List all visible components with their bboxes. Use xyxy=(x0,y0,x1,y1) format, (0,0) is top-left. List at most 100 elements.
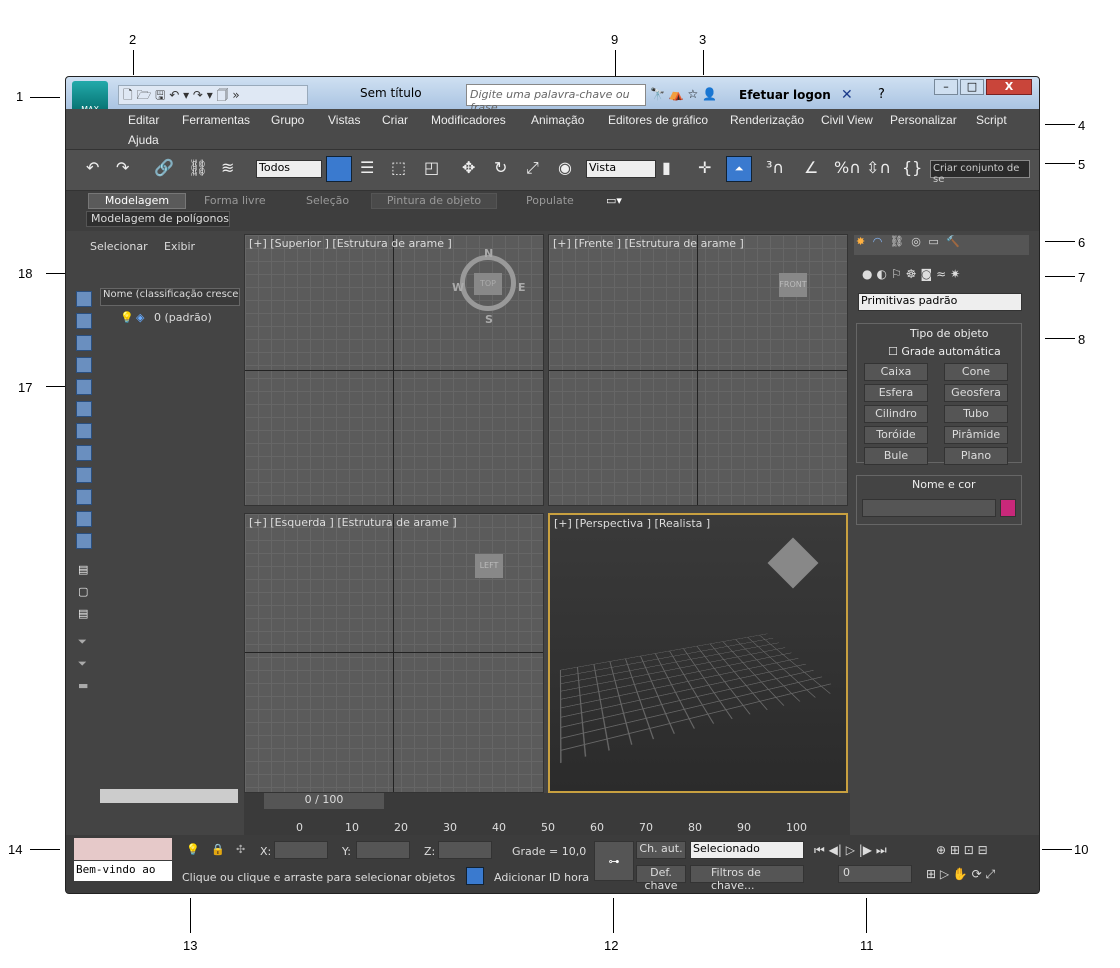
viewport-label[interactable]: [+] [Frente ] [Estrutura de arame ] xyxy=(553,237,744,250)
menu-item-2[interactable]: Grupo xyxy=(271,113,304,127)
geosphere-button[interactable]: Geosfera xyxy=(944,384,1008,402)
tab-freeform[interactable]: Forma livre xyxy=(204,194,266,207)
login-link[interactable]: Efetuar logon xyxy=(739,88,831,102)
create-tab-icon[interactable]: ✸ xyxy=(854,233,867,250)
viewport-nav-icons-2[interactable]: ⊞ ▷ ✋ ⟳ ⤢ xyxy=(926,867,995,882)
layer-name[interactable]: 0 (padrão) xyxy=(154,311,212,324)
y-coordinate-field[interactable] xyxy=(356,841,410,859)
column-header-name[interactable]: Nome (classificação crescent xyxy=(100,288,240,306)
absolute-mode-icon[interactable]: ✣ xyxy=(236,843,245,856)
maximize-button[interactable]: □ xyxy=(960,79,984,95)
auto-key-button[interactable]: Ch. aut. xyxy=(636,841,686,859)
snaps-icon[interactable]: ³∩ xyxy=(766,158,784,177)
isolate-icon[interactable]: 💡 xyxy=(186,843,200,856)
time-counter[interactable]: 0 / 100 xyxy=(264,793,384,809)
horizontal-scrollbar[interactable] xyxy=(100,789,238,803)
display-invert-icon[interactable]: ▤ xyxy=(78,607,88,620)
viewport-front[interactable]: [+] [Frente ] [Estrutura de arame ] FRON… xyxy=(548,234,848,506)
ribbon-toggle-icon[interactable]: ▭▾ xyxy=(606,194,622,207)
close-button[interactable]: X xyxy=(986,79,1032,95)
plane-button[interactable]: Plano xyxy=(944,447,1008,465)
teapot-button[interactable]: Bule xyxy=(864,447,928,465)
display-all-icon[interactable]: ▤ xyxy=(78,563,88,576)
key-mode-dropdown[interactable]: Selecionado xyxy=(690,841,804,859)
viewport-label[interactable]: [+] [Esquerda ] [Estrutura de arame ] xyxy=(249,516,457,529)
bind-warp-icon[interactable]: ≋ xyxy=(221,158,234,177)
select-manipulate-icon[interactable]: ✛ xyxy=(698,158,711,177)
select-object-icon[interactable] xyxy=(326,156,352,182)
object-name-input[interactable] xyxy=(862,499,996,517)
search-input[interactable]: Digite uma palavra-chave ou frase xyxy=(466,84,646,114)
angle-snap-icon[interactable]: ∠ xyxy=(804,158,818,177)
link-icon[interactable]: 🔗 xyxy=(154,158,174,177)
menu-item-12[interactable]: Ajuda xyxy=(128,133,159,147)
box-button[interactable]: Caixa xyxy=(864,363,928,381)
display-none-icon[interactable]: ▢ xyxy=(78,585,88,598)
motion-tab-icon[interactable]: ◎ xyxy=(909,233,923,250)
lightbulb-icon[interactable]: 💡 xyxy=(120,311,134,324)
lock-icon[interactable]: 🔒 xyxy=(211,843,225,856)
ref-coord-dropdown[interactable]: Vista xyxy=(586,160,656,178)
display-shapes-icon[interactable] xyxy=(76,313,92,329)
display-helpers-icon[interactable] xyxy=(76,379,92,395)
redo-icon[interactable]: ↷ xyxy=(116,158,129,177)
modify-tab-icon[interactable]: ◠ xyxy=(871,233,885,250)
menu-item-6[interactable]: Animação xyxy=(531,113,584,127)
menu-item-10[interactable]: Personalizar xyxy=(890,113,957,127)
torus-button[interactable]: Toróide xyxy=(864,426,928,444)
time-slider[interactable]: 0 / 100 xyxy=(244,793,850,809)
viewport-left[interactable]: [+] [Esquerda ] [Estrutura de arame ] LE… xyxy=(244,513,544,793)
x-coordinate-field[interactable] xyxy=(274,841,328,859)
exchange-icon[interactable]: ✕ xyxy=(841,87,853,103)
select-by-name-icon[interactable]: ☰ xyxy=(360,158,374,177)
menu-item-5[interactable]: Modificadores xyxy=(431,113,506,127)
move-icon[interactable]: ✥ xyxy=(462,158,475,177)
infocenter-icons[interactable]: 🔭 ⛺ ☆ 👤 xyxy=(650,87,717,101)
viewcube-front[interactable]: FRONT xyxy=(779,273,807,297)
viewcube-perspective[interactable] xyxy=(767,537,819,589)
display-tab-icon[interactable]: ▭ xyxy=(926,233,940,250)
set-key-button[interactable]: Def. chave xyxy=(636,865,686,892)
menu-item-1[interactable]: Ferramentas xyxy=(182,113,250,127)
hierarchy-tab-icon[interactable]: ⛓ xyxy=(888,233,906,250)
display-spacewarps-icon[interactable] xyxy=(76,401,92,417)
menu-item-7[interactable]: Editores de gráfico xyxy=(608,113,708,127)
tab-object-paint[interactable]: Pintura de objeto xyxy=(371,193,497,209)
display-hidden-icon[interactable] xyxy=(76,533,92,549)
key-filters-button[interactable]: Filtros de chave... xyxy=(690,865,804,892)
display-geometry-icon[interactable] xyxy=(76,291,92,307)
viewport-perspective[interactable]: [+] [Perspectiva ] [Realista ] xyxy=(548,513,848,793)
display-containers-icon[interactable] xyxy=(76,489,92,505)
scale-icon[interactable]: ⤢ xyxy=(526,158,539,178)
menu-item-8[interactable]: Renderização xyxy=(730,113,804,127)
menu-item-11[interactable]: Script xyxy=(976,113,1007,127)
display-xrefs-icon[interactable] xyxy=(76,445,92,461)
minimize-button[interactable]: – xyxy=(934,79,958,95)
name-color-title[interactable]: Nome e cor xyxy=(912,478,976,491)
cone-button[interactable]: Cone xyxy=(944,363,1008,381)
viewport-top[interactable]: [+] [Superior ] [Estrutura de arame ] TO… xyxy=(244,234,544,506)
current-frame-field[interactable]: 0 xyxy=(838,865,912,883)
pyramid-button[interactable]: Pirâmide xyxy=(944,426,1008,444)
menu-item-4[interactable]: Criar xyxy=(382,113,408,127)
undo-icon[interactable]: ↶ xyxy=(86,158,99,177)
keyboard-shortcut-icon[interactable]: ⏶ xyxy=(726,156,752,182)
playback-controls[interactable]: ⏮ ◀| ▷ |▶ ⏭ xyxy=(814,843,887,858)
command-tabs[interactable]: ✸ ◠ ⛓ ◎ ▭ 🔨 xyxy=(854,235,1029,255)
display-cameras-icon[interactable] xyxy=(76,357,92,373)
track-bar[interactable]: 0 10 20 30 40 50 60 70 80 90 100 xyxy=(244,809,850,835)
z-coordinate-field[interactable] xyxy=(438,841,492,859)
percent-snap-icon[interactable]: %∩ xyxy=(834,158,861,177)
autogrid-checkbox[interactable]: ☐ Grade automática xyxy=(888,345,1001,358)
display-frozen-icon[interactable] xyxy=(76,511,92,527)
viewport-label[interactable]: [+] [Superior ] [Estrutura de arame ] xyxy=(249,237,452,250)
menu-item-9[interactable]: Civil View xyxy=(821,113,873,127)
filter-options-icon[interactable]: ⏷ xyxy=(78,657,87,671)
pivot-icon[interactable]: ▮ xyxy=(662,158,671,177)
toggle-icon[interactable]: ▬ xyxy=(78,679,88,692)
explorer-menu-display[interactable]: Exibir xyxy=(164,240,195,253)
selection-filter-dropdown[interactable]: Todos xyxy=(256,160,322,178)
viewport-label[interactable]: [+] [Perspectiva ] [Realista ] xyxy=(554,517,710,530)
help-icon[interactable]: ? xyxy=(878,87,885,102)
unlink-icon[interactable]: ⛓ xyxy=(188,158,208,177)
